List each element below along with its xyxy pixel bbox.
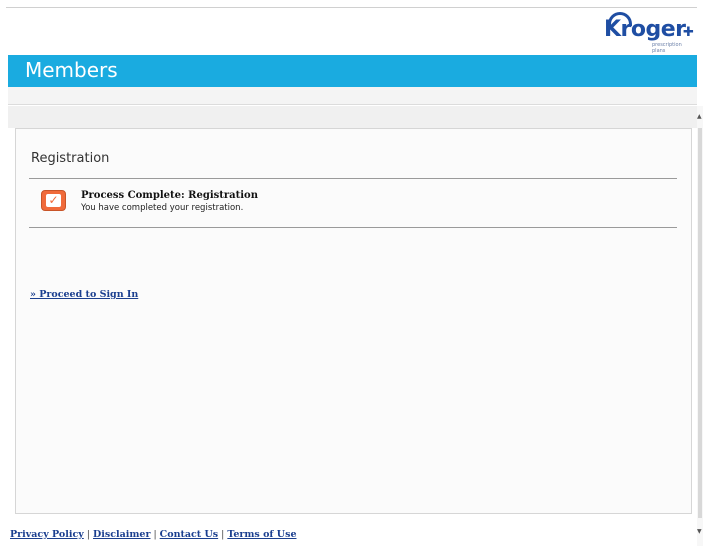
privacy-policy-link[interactable]: Privacy Policy xyxy=(10,529,84,540)
footer-links: Privacy Policy | Disclaimer | Contact Us | Ter… xyxy=(10,529,297,540)
contact-us-link[interactable]: Contact Us xyxy=(160,529,218,540)
status-check-badge: ✓ xyxy=(41,190,66,211)
top-divider xyxy=(6,7,697,8)
logo-subtext: prescription plans xyxy=(652,42,682,54)
logo-wordmark: Kroger xyxy=(604,17,686,42)
registration-panel: Registration ✓ Process Complete: Registr… xyxy=(15,128,692,514)
footer-separator: | xyxy=(153,529,157,540)
proceed-to-sign-in-link[interactable]: » Proceed to Sign In xyxy=(30,289,138,300)
section-divider-bottom xyxy=(29,227,677,228)
section-divider-top xyxy=(29,178,677,179)
check-icon: ✓ xyxy=(46,194,61,207)
kroger-logo: Kroger ✚ prescription plans xyxy=(604,12,696,56)
header-subbar xyxy=(8,87,697,105)
members-header-bar: Members xyxy=(8,55,697,87)
footer-separator: | xyxy=(221,529,225,540)
content-gutter xyxy=(8,106,697,128)
terms-of-use-link[interactable]: Terms of Use xyxy=(227,529,296,540)
disclaimer-link[interactable]: Disclaimer xyxy=(93,529,150,540)
status-message: You have completed your registration. xyxy=(81,203,244,213)
section-heading: Registration xyxy=(31,151,110,166)
page-title: Members xyxy=(25,58,118,82)
scroll-down-icon[interactable]: ▼ xyxy=(697,528,702,535)
footer-separator: | xyxy=(86,529,90,540)
scroll-up-icon[interactable]: ▲ xyxy=(697,113,702,120)
logo-plus-icon: ✚ xyxy=(683,25,694,40)
scrollbar-thumb[interactable] xyxy=(698,128,702,518)
status-title: Process Complete: Registration xyxy=(81,190,258,201)
